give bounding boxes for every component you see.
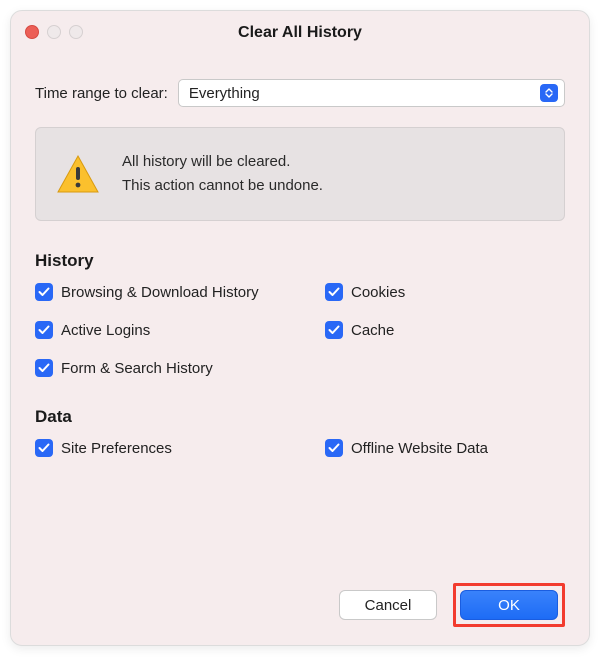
time-range-label: Time range to clear: [35,85,168,102]
time-range-value: Everything [189,85,260,102]
titlebar: Clear All History [11,11,589,55]
checkbox-label: Offline Website Data [351,440,488,457]
data-checkbox-grid: Site Preferences Offline Website Data [35,439,565,457]
ok-button[interactable]: OK [460,590,558,620]
select-arrows-icon [540,84,558,102]
warning-icon [56,154,100,194]
checkbox-cache[interactable]: Cache [325,321,565,339]
checkbox-icon [325,439,343,457]
checkbox-label: Site Preferences [61,440,172,457]
warning-box: All history will be cleared. This action… [35,127,565,221]
clear-history-dialog: Clear All History Time range to clear: E… [10,10,590,646]
data-heading: Data [35,407,565,427]
checkbox-icon [35,439,53,457]
time-range-select[interactable]: Everything [178,79,565,107]
checkbox-active-logins[interactable]: Active Logins [35,321,325,339]
checkbox-icon [35,321,53,339]
minimize-window-button[interactable] [47,25,61,39]
maximize-window-button[interactable] [69,25,83,39]
history-heading: History [35,251,565,271]
button-row: Cancel OK [35,583,565,627]
warning-line-2: This action cannot be undone. [122,174,323,198]
cancel-button-label: Cancel [365,597,412,614]
checkbox-offline-website-data[interactable]: Offline Website Data [325,439,565,457]
checkbox-form-search[interactable]: Form & Search History [35,359,325,377]
warning-text: All history will be cleared. This action… [122,150,323,198]
history-checkbox-grid: Browsing & Download History Cookies Acti… [35,283,565,377]
time-range-row: Time range to clear: Everything [35,79,565,107]
checkbox-cookies[interactable]: Cookies [325,283,565,301]
close-window-button[interactable] [25,25,39,39]
window-controls [25,25,83,39]
checkbox-icon [35,283,53,301]
checkbox-icon [325,283,343,301]
cancel-button[interactable]: Cancel [339,590,437,620]
checkbox-label: Active Logins [61,322,150,339]
checkbox-site-preferences[interactable]: Site Preferences [35,439,325,457]
checkbox-label: Browsing & Download History [61,284,259,301]
ok-button-highlight: OK [453,583,565,627]
checkbox-browsing-download[interactable]: Browsing & Download History [35,283,325,301]
checkbox-label: Cookies [351,284,405,301]
checkbox-icon [35,359,53,377]
ok-button-label: OK [498,597,520,614]
checkbox-label: Cache [351,322,394,339]
checkbox-icon [325,321,343,339]
dialog-content: Time range to clear: Everything All hist… [11,55,589,645]
dialog-title: Clear All History [238,24,362,42]
checkbox-label: Form & Search History [61,360,213,377]
warning-line-1: All history will be cleared. [122,150,323,174]
